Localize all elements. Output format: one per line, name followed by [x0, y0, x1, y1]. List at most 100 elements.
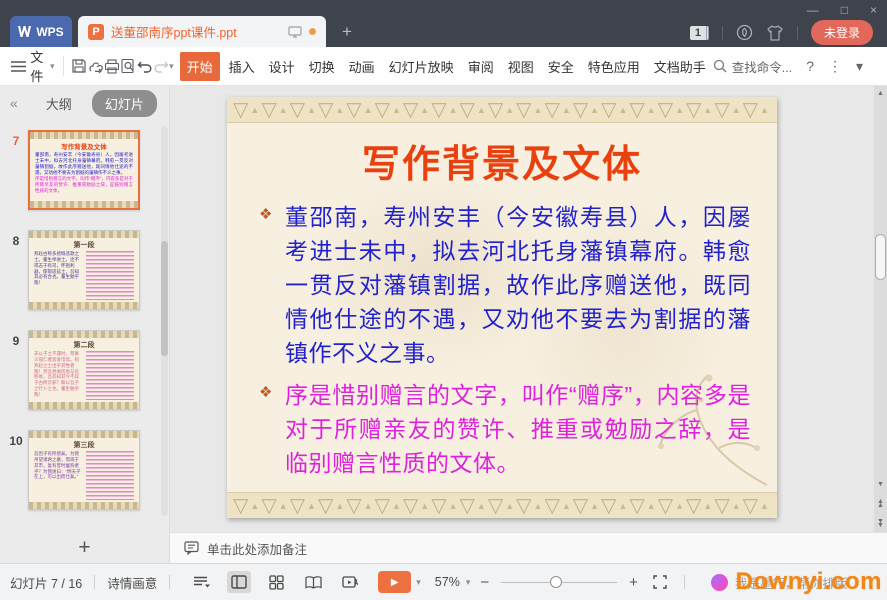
thumbnail-title: 第三段 — [73, 442, 95, 449]
wps-home-tab[interactable]: WPS — [10, 16, 72, 47]
slides-sidebar: « 大纲 幻灯片 7 写作背景及文体 董邵南，寿州安丰（今安徽寿县）人，因屡考进士未… — [0, 86, 170, 532]
bullet-text: 董邵南，寿州安丰（今安徽寿县）人，因屡考进士未中，拟去河北托身藩镇幕府。韩愈一贯… — [285, 204, 751, 366]
tab-slides[interactable]: 幻灯片 — [91, 89, 157, 117]
open-documents-badge[interactable]: 1 — [689, 25, 709, 40]
notes-bubble-icon — [184, 541, 199, 555]
slide-indicator: 幻灯片 7 / 16 — [10, 576, 83, 591]
file-menu[interactable]: 文件 — [30, 47, 48, 85]
titlebar-divider — [721, 25, 723, 40]
menu-tab-插入[interactable]: 插入 — [222, 52, 262, 81]
maximize-button[interactable]: □ — [841, 3, 848, 17]
redo-button[interactable] — [153, 54, 169, 78]
thumbnail-scrollbar[interactable] — [161, 126, 168, 516]
menu-tab-安全[interactable]: 安全 — [541, 52, 581, 81]
promotion-icon[interactable] — [736, 24, 753, 41]
slide-bullet[interactable]: ❖ 董邵南，寿州安丰（今安徽寿县）人，因屡考进士未中，拟去河北托身藩镇幕府。韩愈一… — [257, 200, 751, 370]
print-button[interactable] — [104, 54, 120, 78]
plum-branch-decoration — [658, 374, 768, 486]
notes-band: + 单击此处添加备注 — [0, 532, 887, 563]
notes-toggle-icon[interactable] — [190, 571, 214, 593]
titlebar: — □ × WPS P 送董邵南序ppt课件.ppt + 1 未登录 — [0, 0, 887, 47]
slide-title[interactable]: 写作背景及文体 — [227, 133, 777, 188]
collapse-sidebar-icon[interactable]: « — [10, 95, 18, 111]
statusbar-divider — [94, 575, 96, 589]
new-tab-button[interactable]: + — [342, 22, 352, 42]
thumbnail-title: 写作背景及文体 — [61, 144, 107, 151]
slide-thumbnail-9[interactable]: 第二段 夫以子之不遇时，苟慕义强仁者皆爱惜焉。矧燕赵之士出乎其性者哉！然吾尝闻风俗… — [28, 330, 140, 410]
file-menu-caret-icon[interactable]: ▾ — [50, 61, 55, 72]
reading-view-button[interactable] — [301, 571, 325, 593]
slide-thumbnail-row: 7 写作背景及文体 董邵南，寿州安丰（今安徽寿县）人，因屡考进士未中，拟去河北托身藩… — [0, 130, 169, 210]
slide-sorter-view-button[interactable] — [264, 571, 288, 593]
toolbar-divider — [62, 56, 64, 76]
search-icon — [713, 59, 727, 73]
slide-thumbnail-7[interactable]: 写作背景及文体 董邵南，寿州安丰（今安徽寿县）人，因屡考进士未中，拟去河北托身藩镇… — [28, 130, 140, 210]
menu-tab-视图[interactable]: 视图 — [501, 52, 541, 81]
quick-access-caret-icon[interactable]: ▾ — [169, 61, 174, 72]
slide-thumbnail-8[interactable]: 第一段 燕赵古称多感慨悲歌之士。董生举进士，连不得志于有司，怀抱利器，郁郁适兹土，… — [28, 230, 140, 310]
help-button[interactable]: ? — [806, 58, 814, 74]
export-pdf-button[interactable] — [88, 54, 104, 78]
zoom-slider-knob[interactable] — [549, 576, 562, 588]
thumbnail-title: 第一段 — [73, 242, 95, 249]
main-area: « 大纲 幻灯片 7 写作背景及文体 董邵南，寿州安丰（今安徽寿县）人，因屡考进士未… — [0, 86, 887, 532]
scrollbar-thumb[interactable] — [875, 234, 886, 280]
slide-thumbnail-list: 7 写作背景及文体 董邵南，寿州安丰（今安徽寿县）人，因屡考进士未中，拟去河北托身藩… — [0, 120, 169, 532]
play-options-caret-icon[interactable]: ▾ — [416, 577, 421, 588]
zoom-level[interactable]: 57% — [435, 575, 460, 589]
slide-number: 8 — [12, 234, 20, 248]
menu-tab-开始[interactable]: 开始 — [179, 51, 220, 81]
next-slide-icon[interactable]: ▼ ▼ — [874, 518, 887, 529]
ai-assistant-icon — [710, 573, 728, 591]
unsaved-indicator-dot — [309, 28, 316, 35]
zoom-in-button[interactable]: + — [625, 574, 642, 591]
save-button[interactable] — [71, 54, 87, 78]
fit-to-window-icon[interactable] — [648, 571, 672, 593]
slide-thumbnail-10[interactable]: 第三段 吾因子有所感矣。为我吊望诸君之墓，而观于其市，复有昔时屠狗者乎？为我谢曰：… — [28, 430, 140, 510]
login-button[interactable]: 未登录 — [810, 20, 873, 45]
tab-outline[interactable]: 大纲 — [46, 94, 72, 113]
vertical-scrollbar[interactable]: ▲ ▼ ▲ ▲ ▼ ▼ — [874, 86, 887, 532]
menu-tab-切换[interactable]: 切换 — [302, 52, 342, 81]
normal-view-button[interactable] — [227, 571, 252, 593]
slide-bottom-border-pattern: ▽ ▲ ▽ ▲ ▽ ▲ ▽ ▲ ▽ ▲ ▽ ▲ ▽ ▲ ▽ ▲ ▽ ▲ ▽ ▲ ▽ ▲ ▽ ▲ ▽ ▲ ▽ ▲ ▽ ▲ ▽ ▲ ▽ ▲ ▽ ▲ ▽ ▲ — [227, 492, 777, 518]
more-options-icon[interactable]: ⋮ — [828, 58, 842, 75]
slide-thumbnail-row: 10 第三段 吾因子有所感矣。为我吊望诸君之墓，而观于其市，复有昔时屠狗者乎？为我谢… — [0, 430, 169, 510]
collapse-ribbon-icon[interactable]: ▾ — [856, 58, 863, 75]
print-preview-button[interactable] — [120, 54, 136, 78]
zoom-slider[interactable] — [501, 575, 618, 589]
find-command-box[interactable]: 查找命令... — [713, 57, 792, 76]
diamond-bullet-icon: ❖ — [259, 206, 273, 223]
zoom-caret-icon[interactable]: ▾ — [466, 577, 471, 588]
theme-name[interactable]: 诗情画意 — [107, 573, 157, 592]
wps-logo-icon — [18, 26, 32, 37]
close-button[interactable]: × — [870, 3, 877, 17]
menu-tab-动画[interactable]: 动画 — [342, 52, 382, 81]
skin-tshirt-icon[interactable] — [766, 24, 784, 41]
document-tab[interactable]: P 送董邵南序ppt课件.ppt — [78, 16, 326, 47]
menu-tab-设计[interactable]: 设计 — [262, 52, 302, 81]
add-slide-button[interactable]: + — [78, 536, 90, 560]
zoom-out-button[interactable]: − — [476, 574, 493, 591]
scroll-up-icon[interactable]: ▲ — [874, 90, 887, 97]
ppt-file-icon: P — [88, 23, 104, 40]
notes-bar[interactable]: 单击此处添加备注 — [170, 532, 887, 563]
undo-button[interactable] — [136, 54, 152, 78]
slide-canvas[interactable]: ▽ ▲ ▽ ▲ ▽ ▲ ▽ ▲ ▽ ▲ ▽ ▲ ▽ ▲ ▽ ▲ ▽ ▲ ▽ ▲ ▽ ▲ ▽ ▲ ▽ ▲ ▽ ▲ ▽ ▲ ▽ ▲ ▽ ▲ ▽ ▲ ▽ ▲ 写… — [227, 97, 777, 518]
document-tab-title: 送董邵南序ppt课件.ppt — [111, 26, 237, 40]
scroll-down-icon[interactable]: ▼ — [874, 481, 887, 488]
slide-number: 7 — [12, 134, 20, 148]
previous-slide-icon[interactable]: ▲ ▲ — [874, 498, 887, 509]
menu-tab-特色应用[interactable]: 特色应用 — [581, 52, 647, 81]
slideshow-settings-icon[interactable] — [338, 571, 362, 593]
menu-tab-幻灯片放映[interactable]: 幻灯片放映 — [382, 52, 461, 81]
play-slideshow-button[interactable]: ▶ — [378, 571, 412, 593]
hamburger-menu-icon[interactable] — [10, 54, 26, 78]
menu-tab-文档助手[interactable]: 文档助手 — [647, 52, 713, 81]
presentation-monitor-icon — [288, 25, 302, 38]
downyi-watermark: Downyi.com — [735, 568, 882, 595]
minimize-button[interactable]: — — [807, 3, 819, 17]
find-command-label: 查找命令... — [731, 60, 793, 75]
menu-tab-审阅[interactable]: 审阅 — [461, 52, 501, 81]
statusbar-divider — [683, 575, 685, 589]
